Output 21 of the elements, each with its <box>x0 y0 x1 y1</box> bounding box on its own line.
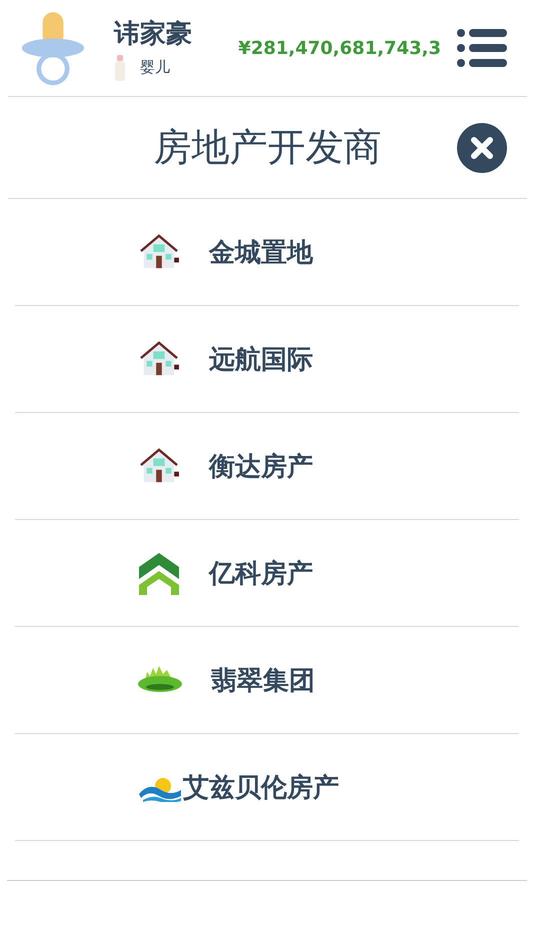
developer-item[interactable]: 衡达房产 <box>15 413 519 520</box>
developer-name: 衡达房产 <box>209 450 313 484</box>
pacifier-icon <box>20 9 86 87</box>
developer-item[interactable]: 远航国际 <box>15 306 519 413</box>
developer-name: 金城置地 <box>209 236 313 270</box>
developer-item[interactable]: 翡翠集团 <box>15 627 519 734</box>
developer-item[interactable]: 金城置地 <box>15 199 519 306</box>
panel-title: 房地产开发商 <box>154 124 382 171</box>
life-stage: 婴儿 <box>140 58 170 77</box>
developer-item[interactable]: 艾兹贝伦房产 <box>15 734 519 841</box>
developer-name: 翡翠集团 <box>211 664 315 698</box>
developer-name: 亿科房产 <box>209 558 313 590</box>
money-amount: ¥281,470,681,743,3 <box>238 38 441 58</box>
developer-name: 艾兹贝伦房产 <box>183 772 339 804</box>
chevron-logo-icon <box>137 551 181 595</box>
close-icon[interactable] <box>457 123 507 173</box>
baby-bottle-icon <box>114 54 126 80</box>
developer-item[interactable]: 亿科房产 <box>15 520 519 627</box>
player-name: 讳家豪 <box>114 18 192 50</box>
menu-icon[interactable] <box>457 28 507 68</box>
developer-name: 远航国际 <box>209 344 313 376</box>
